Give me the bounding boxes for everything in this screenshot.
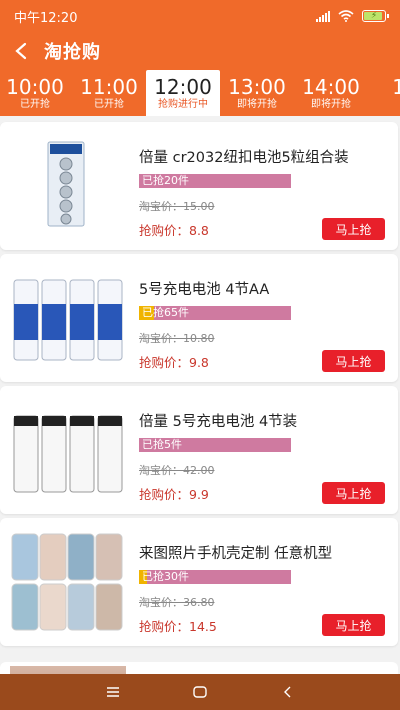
sold-progress-bar: 已抢65件 <box>139 306 291 320</box>
signal-icon <box>316 10 330 22</box>
tab-status: 即将开抢 <box>237 98 277 110</box>
app-bar: 淘抢购 <box>0 32 400 70</box>
status-time: 中午12:20 <box>14 10 78 26</box>
tab-status: 已开抢 <box>94 98 124 110</box>
sold-progress-bar: 已抢20件 <box>139 174 291 188</box>
sold-count: 已抢65件 <box>142 306 189 319</box>
wifi-icon <box>338 10 354 22</box>
original-price: 淘宝价：15.00 <box>139 200 215 213</box>
tab-status: 抢购进行中 <box>158 98 208 110</box>
original-price: 淘宝价：36.80 <box>139 596 215 609</box>
tab-time: 14:00 <box>302 74 360 99</box>
product-image <box>10 136 126 236</box>
product-list: 倍量 cr2032纽扣电池5粒组合装 已抢20件 淘宝价：15.00 抢购价：8… <box>0 116 400 674</box>
tab-time-slot[interactable]: 10:00 已开抢 <box>0 70 72 116</box>
flash-price: 抢购价：8.8 <box>139 223 209 238</box>
tab-time-slot[interactable]: 15 即 <box>368 70 400 116</box>
back-arrow-icon[interactable] <box>10 40 32 62</box>
status-icons: ⚡ <box>316 10 389 22</box>
buy-now-button[interactable]: 马上抢 <box>322 614 385 636</box>
tab-time-slot-active[interactable]: 12:00 抢购进行中 <box>146 70 220 116</box>
page-title: 淘抢购 <box>44 42 101 63</box>
product-title: 5号充电电池 4节AA <box>139 282 270 298</box>
product-card[interactable]: 来图照片手机壳定制 任意机型 已抢30件 淘宝价：36.80 抢购价：14.5 … <box>0 518 398 646</box>
product-card[interactable]: 倍量 cr2032纽扣电池5粒组合装 已抢20件 淘宝价：15.00 抢购价：8… <box>0 122 398 250</box>
tab-time: 12:00 <box>154 74 212 99</box>
tab-time: 11:00 <box>80 74 138 99</box>
product-image <box>10 532 126 632</box>
buy-now-button[interactable]: 马上抢 <box>322 482 385 504</box>
sold-count: 已抢30件 <box>142 570 189 583</box>
flash-price: 抢购价：14.5 <box>139 619 217 634</box>
flash-price: 抢购价：9.9 <box>139 487 209 502</box>
product-title: 倍量 5号充电电池 4节装 <box>139 414 298 430</box>
tab-time: 13:00 <box>228 74 286 99</box>
sold-progress-bar: 已抢5件 <box>139 438 291 452</box>
tab-time-slot[interactable]: 11:00 已开抢 <box>72 70 146 116</box>
system-nav-bar <box>0 674 400 710</box>
sold-count: 已抢5件 <box>142 438 182 451</box>
time-slot-tabs: 10:00 已开抢 11:00 已开抢 12:00 抢购进行中 13:00 即将… <box>0 70 400 116</box>
status-bar: 中午12:20 ⚡ <box>0 0 400 32</box>
original-price: 淘宝价：10.80 <box>139 332 215 345</box>
product-card[interactable]: 倍量 5号充电电池 4节装 已抢5件 淘宝价：42.00 抢购价：9.9 马上抢 <box>0 386 398 514</box>
sold-count: 已抢20件 <box>142 174 189 187</box>
flash-price: 抢购价：9.8 <box>139 355 209 370</box>
battery-icon: ⚡ <box>362 10 389 22</box>
home-icon[interactable] <box>185 677 215 707</box>
product-card-partial[interactable] <box>0 662 398 674</box>
product-title: 倍量 cr2032纽扣电池5粒组合装 <box>139 150 349 166</box>
tab-time-slot[interactable]: 13:00 即将开抢 <box>220 70 294 116</box>
menu-icon[interactable] <box>98 677 128 707</box>
tab-status: 即将开抢 <box>311 98 351 110</box>
product-image <box>10 400 126 500</box>
product-image <box>10 666 126 674</box>
product-title: 来图照片手机壳定制 任意机型 <box>139 546 333 562</box>
buy-now-button[interactable]: 马上抢 <box>322 218 385 240</box>
tab-time: 10:00 <box>6 74 64 99</box>
original-price: 淘宝价：42.00 <box>139 464 215 477</box>
tab-status: 已开抢 <box>20 98 50 110</box>
back-icon[interactable] <box>272 677 302 707</box>
product-card[interactable]: 5号充电电池 4节AA 已抢65件 淘宝价：10.80 抢购价：9.8 马上抢 <box>0 254 398 382</box>
tab-time: 15 <box>392 74 400 99</box>
tab-time-slot[interactable]: 14:00 即将开抢 <box>294 70 368 116</box>
buy-now-button[interactable]: 马上抢 <box>322 350 385 372</box>
product-image <box>10 268 126 368</box>
sold-progress-bar: 已抢30件 <box>139 570 291 584</box>
